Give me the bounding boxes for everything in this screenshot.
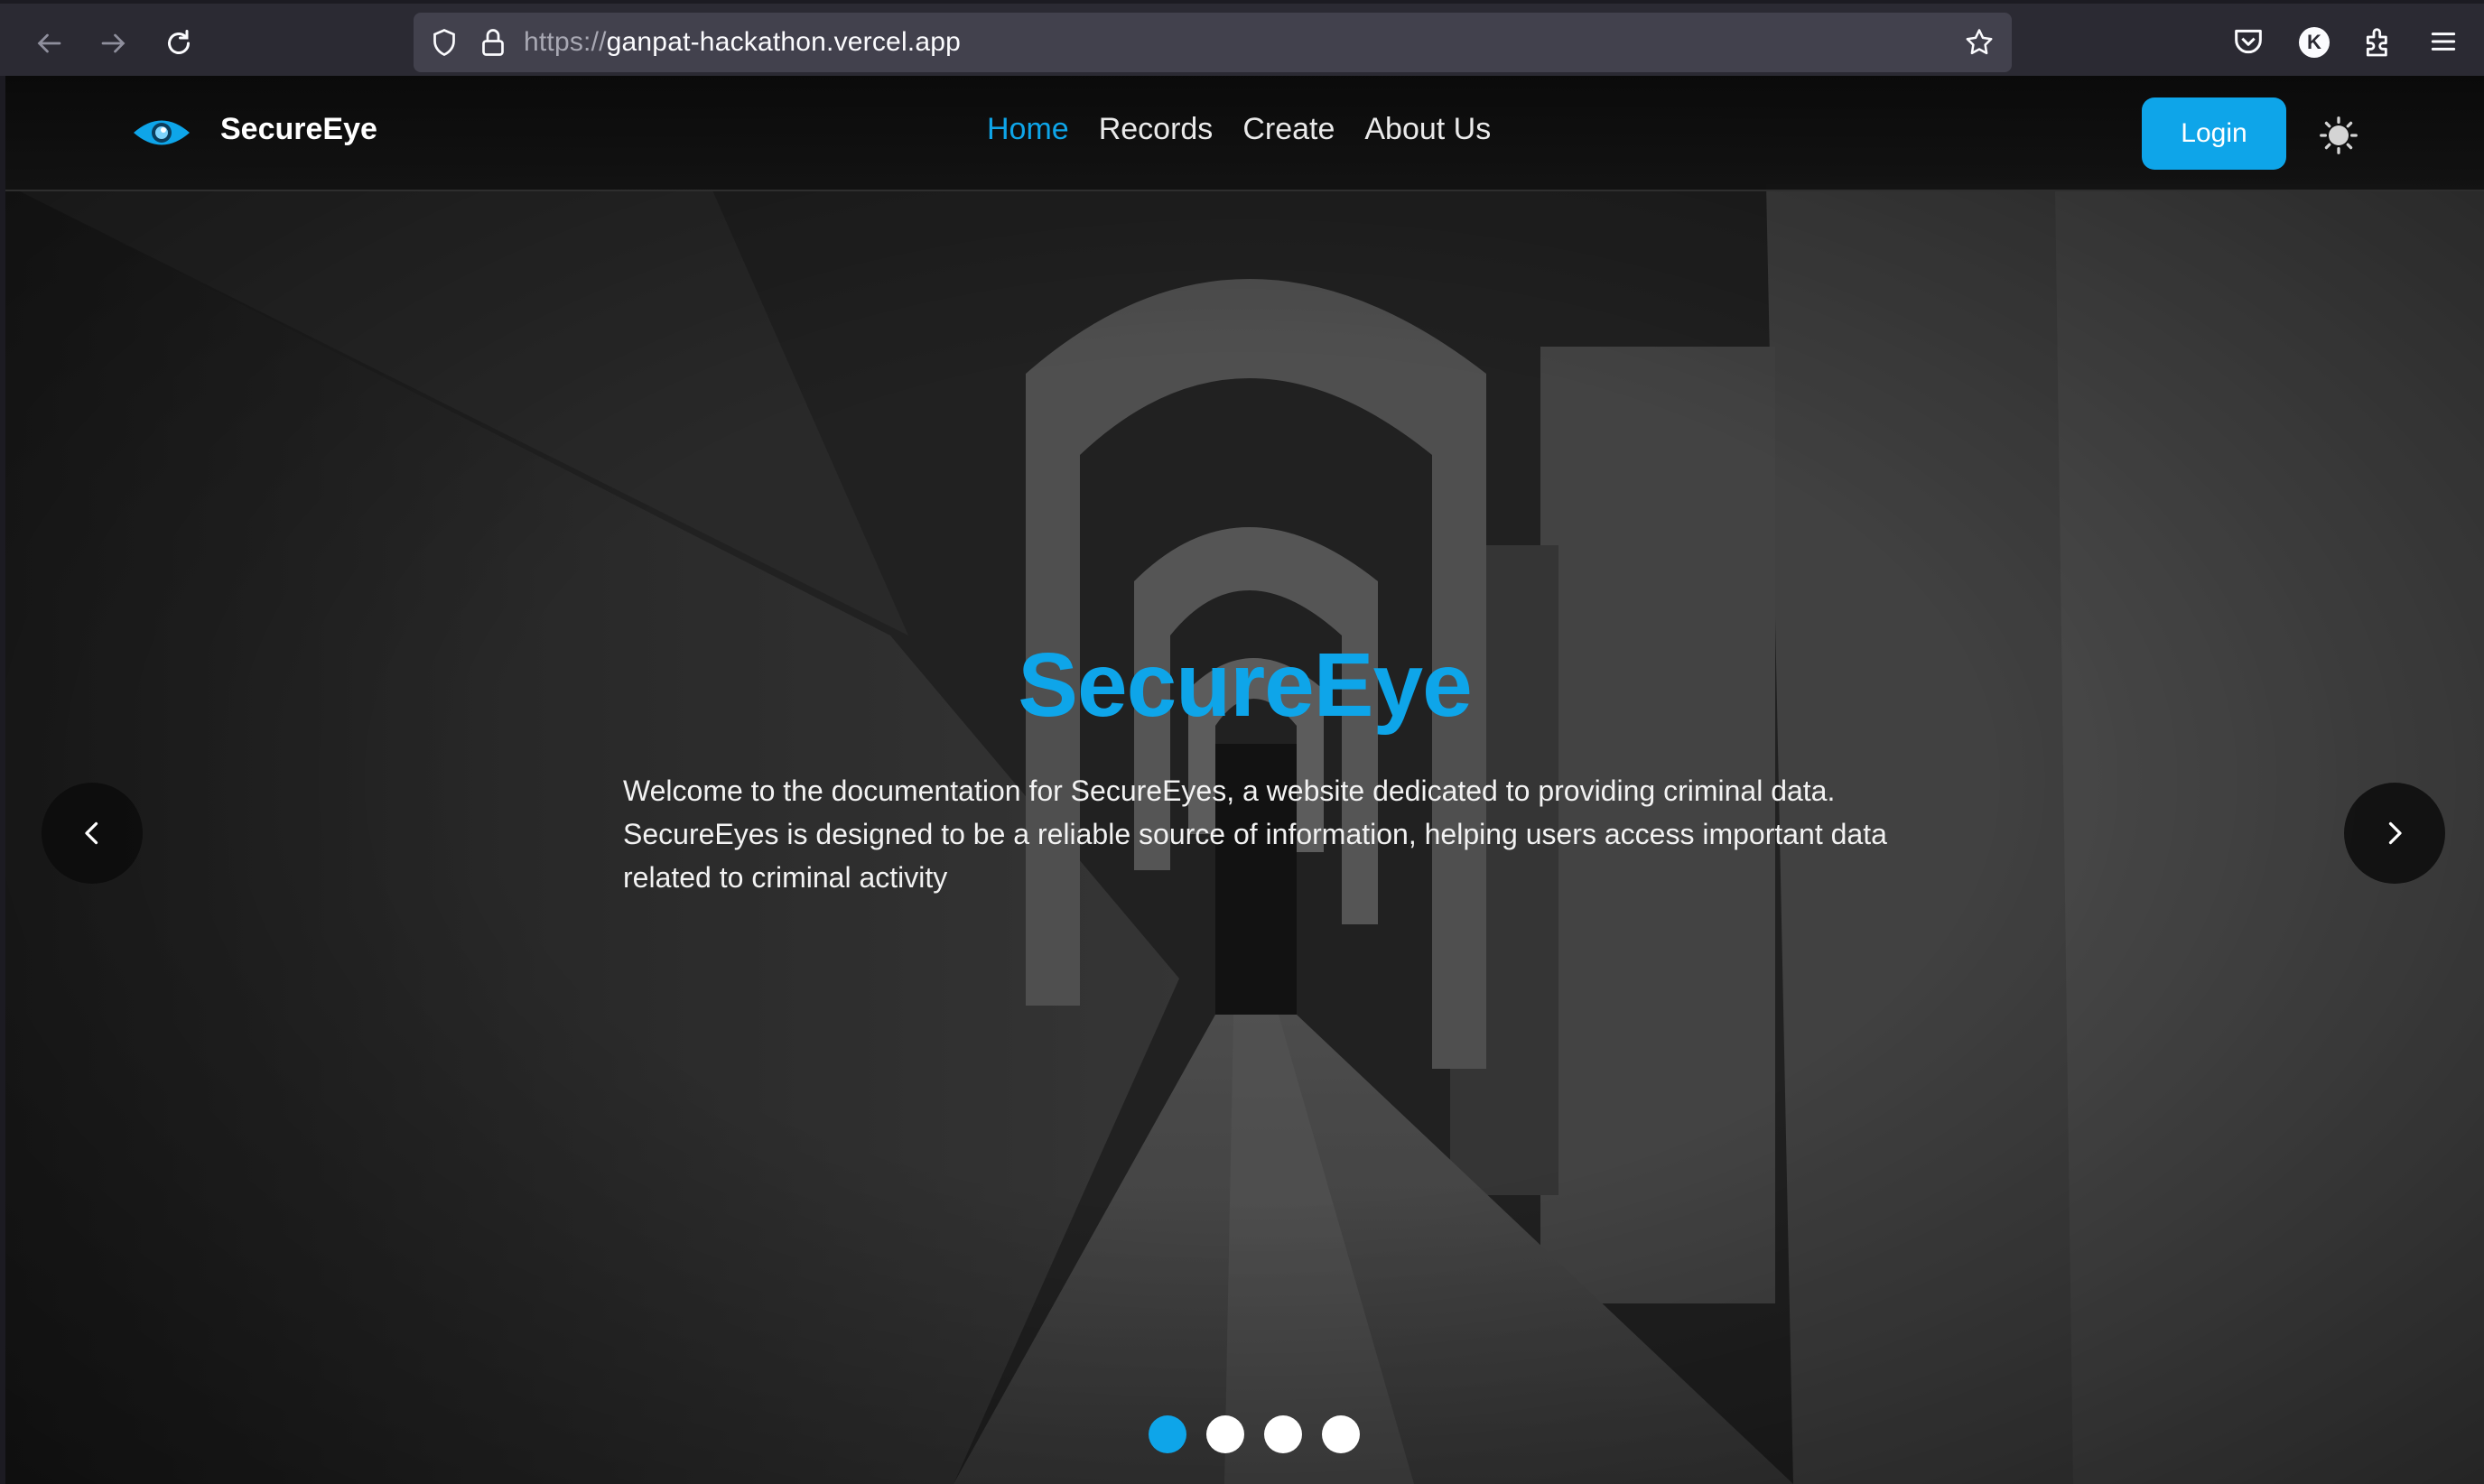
reload-button[interactable] <box>155 20 202 67</box>
forward-button[interactable] <box>90 20 137 67</box>
carousel-dot-3[interactable] <box>1264 1415 1302 1453</box>
url-protocol: https:// <box>524 27 607 57</box>
nav-about-us[interactable]: About Us <box>1364 112 1491 147</box>
star-icon[interactable] <box>1963 26 1996 59</box>
nav-create[interactable]: Create <box>1242 112 1335 147</box>
url-text[interactable]: https://ganpat-hackathon.vercel.app <box>524 13 961 72</box>
nav-records[interactable]: Records <box>1099 112 1214 147</box>
arrow-left-icon <box>37 33 61 53</box>
back-button[interactable] <box>25 20 72 67</box>
shield-icon[interactable] <box>428 26 461 59</box>
hero-description: Welcome to the documentation for SecureE… <box>623 774 1887 894</box>
carousel-next-button[interactable] <box>2344 783 2445 884</box>
reload-icon <box>168 30 190 54</box>
hamburger-icon[interactable] <box>2425 23 2461 60</box>
account-avatar[interactable]: K <box>2299 27 2330 58</box>
arrow-right-icon <box>101 33 126 53</box>
carousel-prev-button[interactable] <box>42 783 143 884</box>
hero-title: SecureEye <box>1018 635 1472 736</box>
main-nav: Home Records Create About Us <box>987 112 1521 147</box>
site-navbar: SecureEye Home Records Create About Us L… <box>5 76 2484 191</box>
login-button[interactable]: Login <box>2142 97 2286 170</box>
brand-name[interactable]: SecureEye <box>220 112 377 147</box>
browser-toolbar: https://ganpat-hackathon.vercel.app K <box>0 0 2484 76</box>
sun-icon[interactable] <box>2319 116 2358 155</box>
eye-icon[interactable] <box>132 114 191 152</box>
chevron-left-icon <box>85 821 98 845</box>
puzzle-icon[interactable] <box>2360 23 2396 60</box>
nav-home[interactable]: Home <box>987 112 1069 147</box>
chevron-right-icon <box>2388 821 2402 845</box>
url-bar[interactable]: https://ganpat-hackathon.vercel.app <box>414 13 2012 72</box>
carousel-dot-1[interactable] <box>1149 1415 1186 1453</box>
lock-icon[interactable] <box>477 26 509 59</box>
carousel-dot-2[interactable] <box>1206 1415 1244 1453</box>
url-host: ganpat-hackathon.vercel.app <box>606 27 961 57</box>
carousel-indicators <box>1149 1415 1360 1453</box>
pocket-icon[interactable] <box>2230 23 2266 60</box>
webpage: SecureEye Home Records Create About Us L… <box>5 76 2484 1484</box>
carousel-dot-4[interactable] <box>1322 1415 1360 1453</box>
